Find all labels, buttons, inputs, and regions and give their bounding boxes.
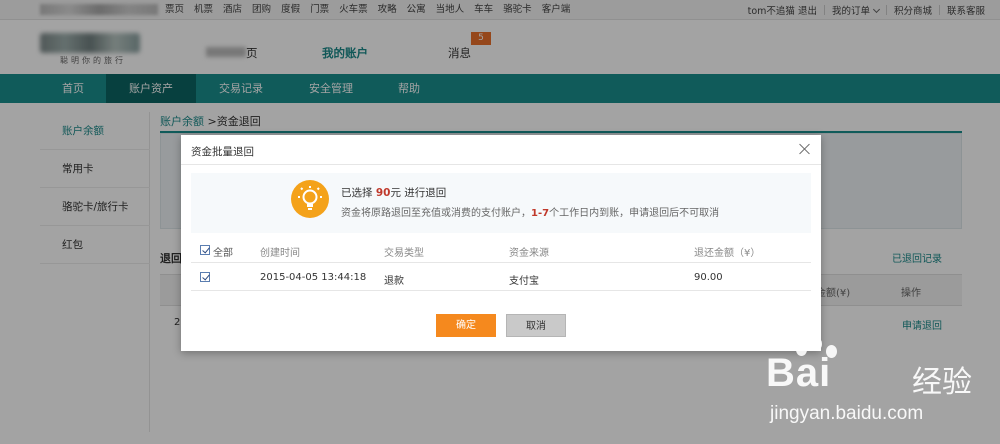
dialog-title: 资金批量退回 — [191, 146, 254, 158]
confirm-button[interactable]: 确定 — [436, 314, 496, 337]
watermark-brand: Bai — [766, 351, 832, 395]
select-all-checkbox[interactable] — [200, 245, 210, 255]
selected-amount-text: 已选择 90元 进行退回 — [341, 185, 446, 200]
baidu-jingyan-watermark: Bai 经验 jingyan.baidu.com — [760, 325, 992, 437]
table-header: 全部 创建时间 交易类型 资金来源 退还金额（¥） — [191, 237, 811, 263]
select-all-label: 全部 — [213, 248, 233, 259]
lightbulb-icon — [291, 180, 329, 218]
refund-info-panel: 已选择 90元 进行退回 资金将原路退回至充值或消费的支付账户，1-7个工作日内… — [191, 173, 811, 233]
note-suffix: 个工作日内到账，申请退回后不可取消 — [549, 208, 720, 219]
row-created-time: 2015-04-05 13:44:18 — [260, 272, 367, 283]
watermark-brand-cn: 经验 — [912, 365, 972, 400]
header-refund-amount: 退还金额（¥） — [694, 248, 761, 259]
cancel-button[interactable]: 取消 — [506, 314, 566, 337]
watermark-url: jingyan.baidu.com — [770, 403, 924, 424]
selected-amount: 90 — [375, 187, 391, 199]
note-prefix: 资金将原路退回至充值或消费的支付账户， — [341, 208, 531, 219]
table-row: 2015-04-05 13:44:18 退款 支付宝 90.00 — [191, 263, 811, 291]
header-transaction-type: 交易类型 — [384, 248, 424, 259]
dialog-header: 资金批量退回 — [181, 135, 821, 165]
row-fund-source: 支付宝 — [509, 276, 539, 287]
header-fund-source: 资金来源 — [509, 248, 549, 259]
info-suffix: 元 进行退回 — [390, 187, 447, 199]
row-refund-amount: 90.00 — [694, 272, 723, 283]
header-created-time: 创建时间 — [260, 248, 300, 259]
batch-refund-dialog: 资金批量退回 已选择 90元 进行退回 资金将原路退回至充值或消费的支付账户，1… — [181, 135, 821, 351]
info-prefix: 已选择 — [341, 187, 376, 199]
row-transaction-type: 退款 — [384, 276, 404, 287]
note-days: 1-7 — [531, 208, 550, 219]
refund-note: 资金将原路退回至充值或消费的支付账户，1-7个工作日内到账，申请退回后不可取消 — [341, 204, 719, 219]
close-icon[interactable] — [798, 142, 812, 156]
row-checkbox[interactable] — [200, 272, 210, 282]
